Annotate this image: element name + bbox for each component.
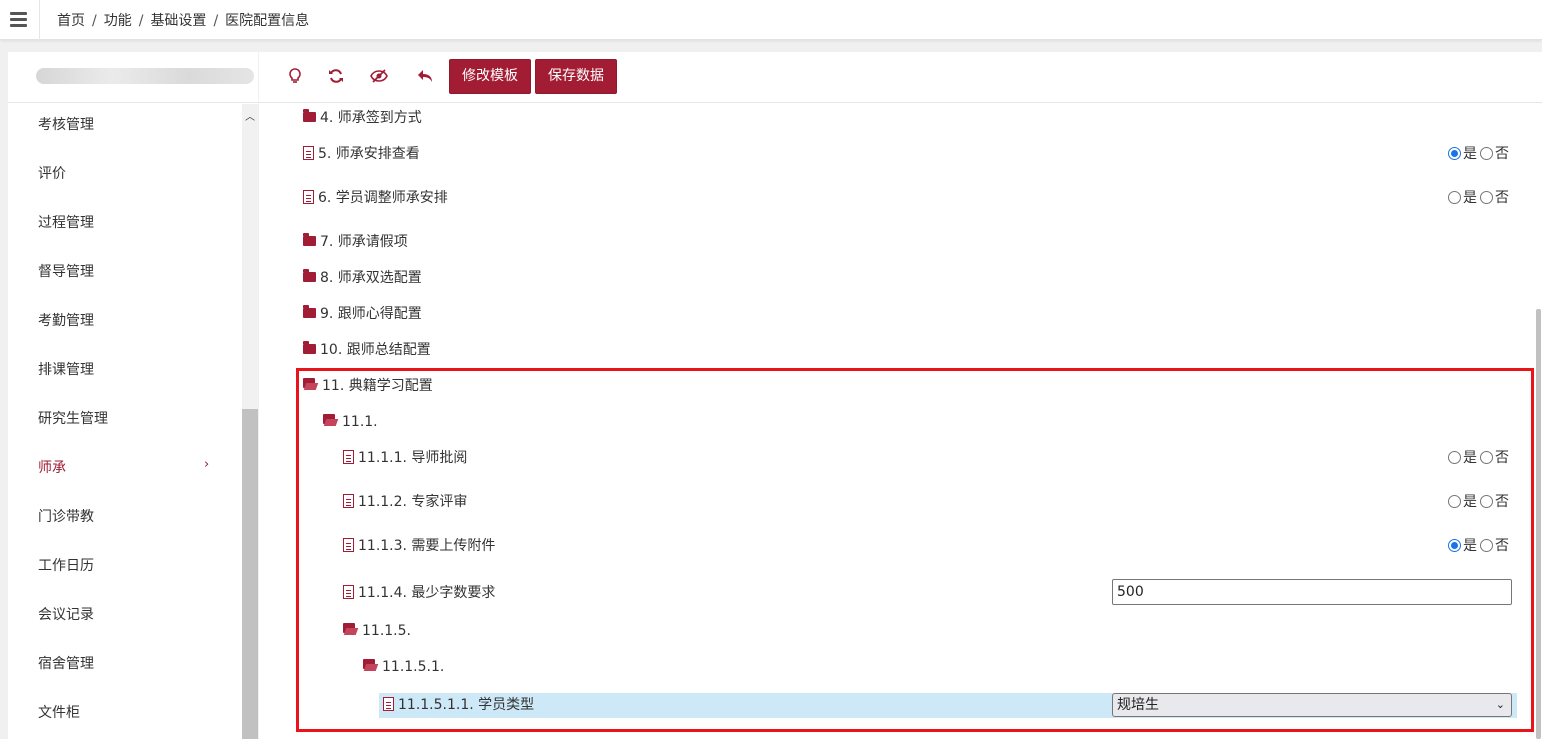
breadcrumb: 首页 / 功能 / 基础设置 / 医院配置信息 <box>57 13 310 29</box>
document-icon <box>343 585 354 599</box>
sidebar-item-evaluation[interactable]: 评价 <box>38 163 66 183</box>
sidebar-item-exam[interactable]: 考核管理 <box>38 114 94 134</box>
sidebar: 考核管理 评价 过程管理 督导管理 考勤管理 排课管理 研究生管理 师承 › 门… <box>8 52 258 739</box>
hamburger-menu-icon[interactable] <box>0 0 40 40</box>
tree-node-11-1-5[interactable]: 11.1.5. <box>343 620 411 642</box>
student-type-select[interactable]: 规培生 ⌄ <box>1112 693 1512 717</box>
scroll-up-icon[interactable]: ︿ <box>242 108 258 123</box>
radio-no-11-1-3[interactable] <box>1480 538 1493 552</box>
chevron-down-icon: ⌄ <box>1495 698 1505 711</box>
min-word-count-input[interactable] <box>1112 579 1512 605</box>
radio-no-6[interactable] <box>1480 190 1493 204</box>
lightbulb-icon[interactable] <box>285 68 305 88</box>
document-icon <box>303 190 314 204</box>
breadcrumb-function[interactable]: 功能 <box>104 13 132 29</box>
sidebar-item-dormitory[interactable]: 宿舍管理 <box>38 653 94 673</box>
tree-node-8[interactable]: 8. 师承双选配置 <box>303 267 422 289</box>
sidebar-item-calendar[interactable]: 工作日历 <box>38 555 94 575</box>
document-icon <box>343 494 354 508</box>
sidebar-item-schedule[interactable]: 排课管理 <box>38 359 94 379</box>
top-bar: 首页 / 功能 / 基础设置 / 医院配置信息 <box>0 0 1542 40</box>
radio-no-11-1-2[interactable] <box>1480 494 1493 508</box>
sidebar-item-graduate[interactable]: 研究生管理 <box>38 408 108 428</box>
blurred-hospital-name <box>36 68 254 84</box>
main-scrollbar[interactable] <box>1535 104 1542 739</box>
undo-icon[interactable] <box>415 68 435 88</box>
chevron-right-icon: › <box>204 457 210 472</box>
edit-template-button[interactable]: 修改模板 <box>449 59 531 94</box>
radio-group-11-1-3: 是否 <box>1448 535 1512 557</box>
sidebar-item-supervision[interactable]: 督导管理 <box>38 261 94 281</box>
sidebar-item-mentorship[interactable]: 师承 <box>38 457 66 477</box>
sidebar-item-process[interactable]: 过程管理 <box>38 212 94 232</box>
breadcrumb-home[interactable]: 首页 <box>57 13 85 29</box>
sidebar-item-file-cabinet[interactable]: 文件柜 <box>38 702 80 722</box>
document-icon <box>383 697 394 711</box>
sidebar-scrollbar-thumb[interactable] <box>242 409 258 739</box>
tree-node-11-1-5-1[interactable]: 11.1.5.1. <box>363 656 444 678</box>
tree-node-11-1-4: 11.1.4. 最少字数要求 <box>343 582 495 604</box>
folder-open-icon <box>343 623 358 635</box>
radio-yes-5[interactable] <box>1448 146 1461 160</box>
refresh-icon[interactable] <box>326 68 346 88</box>
breadcrumb-basic-settings[interactable]: 基础设置 <box>150 13 206 29</box>
folder-icon <box>303 109 316 122</box>
eye-slash-icon[interactable] <box>369 68 389 88</box>
radio-yes-11-1-2[interactable] <box>1448 494 1461 508</box>
radio-group-5: 是否 <box>1448 143 1512 165</box>
folder-icon <box>303 233 316 246</box>
folder-open-icon <box>363 659 378 671</box>
sidebar-item-meeting[interactable]: 会议记录 <box>38 604 94 624</box>
tree-node-11-1-2: 11.1.2. 专家评审 <box>343 491 467 513</box>
breadcrumb-current: 医院配置信息 <box>225 13 310 29</box>
folder-icon <box>303 305 316 318</box>
sidebar-item-clinic-teaching[interactable]: 门诊带教 <box>38 506 94 526</box>
radio-no-5[interactable] <box>1480 146 1493 160</box>
document-icon <box>343 450 354 464</box>
radio-group-11-1-2: 是否 <box>1448 491 1512 513</box>
tree-node-11[interactable]: 11. 典籍学习配置 <box>303 375 433 397</box>
sidebar-header <box>8 52 258 103</box>
sidebar-scrollbar[interactable]: ︿ <box>242 104 258 739</box>
tree-node-5: 5. 师承安排查看 <box>303 143 420 165</box>
main-scrollbar-thumb[interactable] <box>1536 309 1541 739</box>
radio-yes-11-1-3[interactable] <box>1448 538 1461 552</box>
toolbar: 修改模板 保存数据 <box>259 52 1542 103</box>
tree-node-11-1-3: 11.1.3. 需要上传附件 <box>343 535 495 557</box>
tree-node-11-1[interactable]: 11.1. <box>323 411 378 433</box>
folder-icon <box>303 341 316 354</box>
folder-icon <box>303 269 316 282</box>
folder-open-icon <box>323 414 338 426</box>
tree-node-11-1-1: 11.1.1. 导师批阅 <box>343 447 467 469</box>
tree-node-11-1-5-1-1: 11.1.5.1.1. 学员类型 <box>383 694 534 716</box>
main-panel: 修改模板 保存数据 4. 师承签到方式 5. 师承安排查看 是否 6. 学员调整… <box>259 52 1542 739</box>
radio-yes-11-1-1[interactable] <box>1448 450 1461 464</box>
tree-node-6: 6. 学员调整师承安排 <box>303 187 448 209</box>
tree-node-7[interactable]: 7. 师承请假项 <box>303 231 408 253</box>
radio-group-11-1-1: 是否 <box>1448 447 1512 469</box>
document-icon <box>343 538 354 552</box>
document-icon <box>303 146 314 160</box>
radio-yes-6[interactable] <box>1448 190 1461 204</box>
folder-open-icon <box>303 378 318 390</box>
radio-group-6: 是否 <box>1448 187 1512 209</box>
config-tree: 4. 师承签到方式 5. 师承安排查看 是否 6. 学员调整师承安排 是否 7.… <box>259 104 1542 739</box>
sidebar-item-attendance[interactable]: 考勤管理 <box>38 310 94 330</box>
tree-node-9[interactable]: 9. 跟师心得配置 <box>303 303 422 325</box>
tree-node-10[interactable]: 10. 跟师总结配置 <box>303 339 431 361</box>
radio-no-11-1-1[interactable] <box>1480 450 1493 464</box>
save-data-button[interactable]: 保存数据 <box>535 59 617 94</box>
tree-node-4[interactable]: 4. 师承签到方式 <box>303 107 422 129</box>
